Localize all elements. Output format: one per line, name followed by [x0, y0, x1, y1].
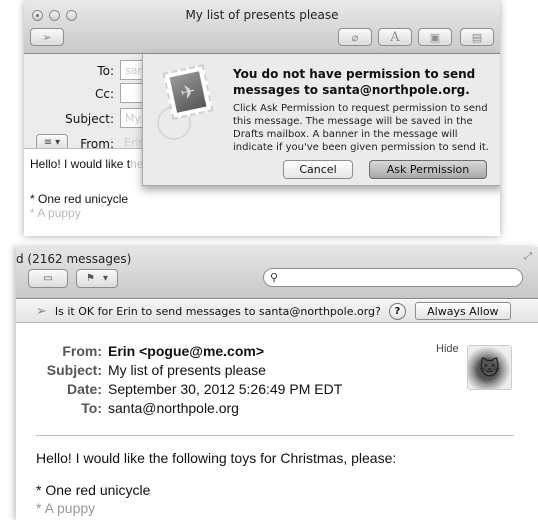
header-label: Date:	[66, 381, 102, 397]
header-divider	[36, 435, 514, 436]
send-button[interactable]: ➢	[30, 28, 64, 46]
always-allow-button[interactable]: Always Allow	[414, 302, 511, 320]
photo-browser-icon: ▣	[429, 30, 441, 44]
attach-button[interactable]: ⌀	[338, 28, 372, 46]
cancel-button[interactable]: Cancel	[283, 160, 353, 179]
header-label: Subject:	[46, 362, 102, 378]
eagle-icon: ✈	[169, 71, 207, 113]
header-date: Date: September 30, 2012 5:26:49 PM EDT	[16, 381, 436, 400]
stationery-button[interactable]: ▤	[460, 28, 494, 46]
chevron-down-icon: ▾	[102, 273, 108, 284]
message-body: Hello! I would like the following toys f…	[36, 450, 396, 516]
flag-button[interactable]: ⚑ ▾	[76, 269, 118, 288]
message-headers: From: Erin <pogue@me.com> Subject: My li…	[16, 343, 436, 419]
mail-stamp-icon: ✈	[162, 64, 214, 120]
archive-icon: ▭	[43, 273, 53, 284]
permission-banner: ➢ Is it OK for Erin to send messages to …	[16, 300, 538, 323]
sheet-title: You do not have permission to send messa…	[233, 67, 476, 97]
banner-text: Is it OK for Erin to send messages to sa…	[54, 304, 381, 318]
sheet-message: Click Ask Permission to request permissi…	[233, 103, 489, 153]
subject-label: Subject:	[65, 112, 114, 126]
compose-titlebar: My list of presents please ➢ ⌀ A ▣ ▤	[24, 0, 500, 54]
paper-plane-icon: ➢	[42, 30, 52, 44]
flag-icon: ⚑	[86, 273, 95, 284]
recipient[interactable]: santa@northpole.org	[108, 400, 239, 416]
to-label: To:	[97, 64, 114, 78]
sender[interactable]: Erin <pogue@me.com>	[108, 343, 264, 359]
fullscreen-icon[interactable]: ⤢	[524, 251, 532, 262]
window-title: My list of presents please	[185, 8, 339, 22]
photo-browser-button[interactable]: ▣	[418, 28, 452, 46]
header-label: To:	[81, 400, 102, 416]
cc-label: Cc:	[94, 87, 114, 101]
body-line-2: * One red unicycle	[36, 482, 151, 498]
paper-plane-icon: ➢	[36, 303, 47, 319]
body-line-2: * One red unicycle	[30, 192, 129, 206]
search-icon: ⚲	[270, 271, 279, 284]
date-value: September 30, 2012 5:26:49 PM EDT	[108, 381, 343, 397]
help-button[interactable]: ?	[388, 302, 406, 320]
stationery-icon: ▤	[471, 30, 483, 44]
body-line-3: * A puppy	[30, 206, 81, 220]
sender-avatar: 🐱	[467, 345, 512, 390]
cat-photo-icon: 🐱	[479, 355, 500, 380]
subject-value: My list of presents please	[108, 362, 266, 378]
viewer-toolbar: d (2162 messages) ⤢ ▭ ⚑ ▾ ⚲	[16, 247, 538, 299]
header-subject: Subject: My list of presents please	[16, 362, 436, 381]
ask-permission-button[interactable]: Ask Permission	[369, 160, 487, 179]
body-line-3: * A puppy	[36, 500, 96, 516]
header-from: From: Erin <pogue@me.com>	[16, 343, 436, 362]
archive-button[interactable]: ▭	[28, 269, 68, 288]
message-viewer-window: d (2162 messages) ⤢ ▭ ⚑ ▾ ⚲ ➢ Is it OK f…	[16, 247, 538, 520]
hide-details-link[interactable]: Hide	[436, 343, 459, 355]
fonts-button[interactable]: A	[378, 28, 412, 46]
header-label: From:	[62, 343, 102, 359]
body-line-1-visible: Hello! I would like t	[30, 157, 131, 171]
search-field[interactable]: ⚲	[263, 268, 523, 287]
compose-window: My list of presents please ➢ ⌀ A ▣ ▤ To:…	[24, 0, 500, 236]
fonts-icon: A	[390, 29, 400, 45]
header-to: To: santa@northpole.org	[16, 400, 436, 419]
paperclip-icon: ⌀	[351, 30, 359, 44]
permission-sheet: ✈ You do not have permission to send mes…	[142, 54, 500, 186]
mailbox-title: d (2162 messages)	[16, 252, 132, 266]
body-line-1: Hello! I would like the following toys f…	[36, 450, 397, 466]
